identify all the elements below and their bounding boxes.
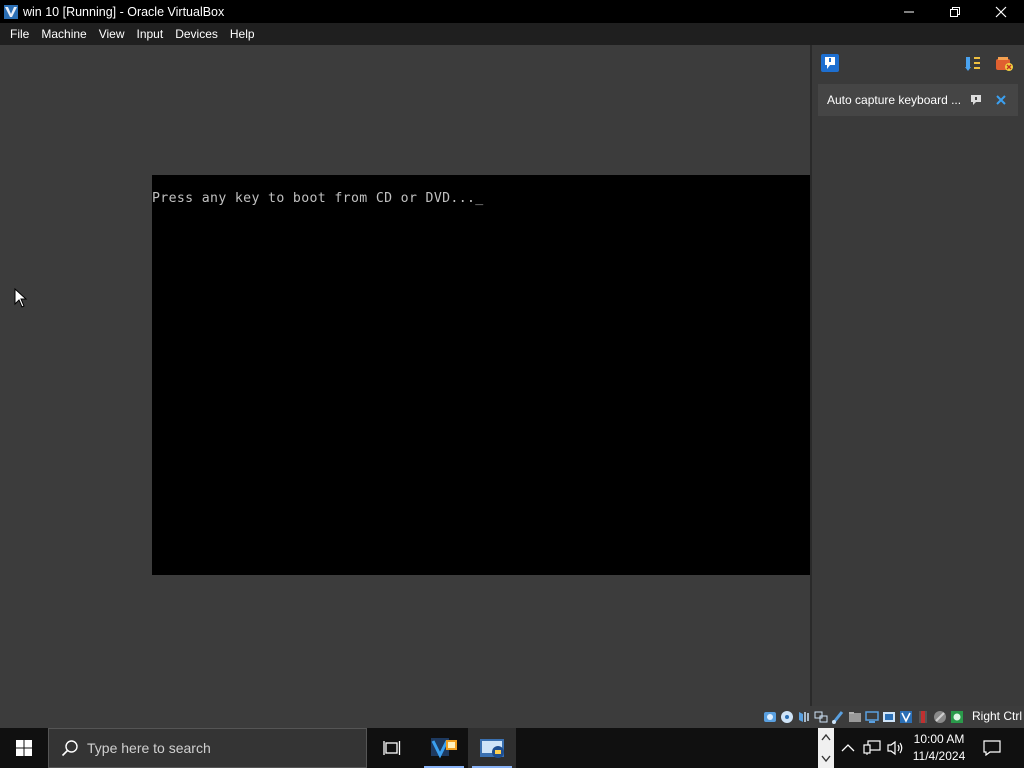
notification-message: Auto capture keyboard ... [827,93,962,107]
status-icons [763,709,964,725]
help-icon[interactable] [969,93,983,107]
chevron-down-icon [821,755,831,763]
minimize-icon [904,11,914,12]
host-key-label[interactable]: Right Ctrl [972,709,1022,723]
start-button[interactable] [0,728,48,768]
notification-toggle-icon[interactable] [820,53,840,73]
recording-icon[interactable] [882,709,896,725]
taskbar-vm-window[interactable] [468,728,516,768]
caret-up-icon [841,744,855,752]
mouse-integration-icon[interactable] [933,709,947,725]
menu-devices[interactable]: Devices [169,27,224,41]
virtualization-icon[interactable] [899,709,913,725]
audio-icon[interactable] [797,709,811,725]
clock-time: 10:00 AM [913,732,965,746]
notification-card: Auto capture keyboard ... [818,84,1018,116]
clock-date: 11/4/2024 [912,749,966,763]
menu-machine[interactable]: Machine [35,27,92,41]
menu-file[interactable]: File [4,27,35,41]
close-notification-icon[interactable] [994,93,1008,107]
virtualbox-manager-icon [431,738,457,759]
task-view-icon [383,741,401,755]
task-view-button[interactable] [368,728,416,768]
cpu-icon[interactable] [916,709,930,725]
status-bar: Right Ctrl [0,706,1024,728]
close-window-button[interactable] [978,0,1024,23]
menu-bar: File Machine View Input Devices Help [0,23,1024,45]
display-icon[interactable] [865,709,879,725]
window-controls [886,0,1024,23]
windows-taskbar: Type here to search 10:00 AM 11/4/2024 [0,728,1024,768]
system-tray [836,728,908,768]
restore-button[interactable] [932,0,978,23]
close-icon [995,6,1007,17]
taskbar-clock[interactable]: 10:00 AM 11/4/2024 [906,731,972,765]
network-icon[interactable] [814,709,828,725]
guest-console-text: Press any key to boot from CD or DVD..._ [152,191,484,206]
sort-icon[interactable] [964,55,982,73]
virtualbox-app-icon[interactable] [3,4,19,20]
menu-help[interactable]: Help [224,27,261,41]
tray-scroll-control[interactable] [818,728,834,768]
windows-logo-icon [16,740,32,756]
clear-notifications-icon[interactable] [994,55,1014,73]
taskbar-search-box[interactable]: Type here to search [48,728,367,768]
menu-view[interactable]: View [93,27,131,41]
title-bar: win 10 [Running] - Oracle VirtualBox [0,0,1024,23]
guest-screen[interactable]: Press any key to boot from CD or DVD..._ [152,175,810,575]
window-title: win 10 [Running] - Oracle VirtualBox [23,4,225,19]
search-placeholder: Type here to search [87,740,211,756]
optical-drive-icon[interactable] [780,709,794,725]
host-key-icon[interactable] [950,709,964,725]
network-status-icon [863,740,881,755]
notification-center-panel: Auto capture keyboard ... [810,45,1024,706]
hard-disk-icon[interactable] [763,709,777,725]
action-center-button[interactable] [976,728,1008,768]
chevron-up-icon [821,733,831,741]
restore-icon [950,6,960,17]
action-center-icon [983,740,1001,756]
minimize-button[interactable] [886,0,932,23]
network-tray-button[interactable] [860,728,884,768]
show-hidden-icons-button[interactable] [836,728,860,768]
search-icon [61,740,78,757]
volume-tray-button[interactable] [884,728,908,768]
menu-input[interactable]: Input [131,27,170,41]
virtualbox-vm-icon [480,739,504,758]
shared-folders-icon[interactable] [848,709,862,725]
notification-toolbar [812,45,1024,83]
usb-icon[interactable] [831,709,845,725]
mouse-cursor-icon [14,288,28,308]
taskbar-virtualbox-manager[interactable] [420,728,468,768]
volume-icon [887,740,903,756]
